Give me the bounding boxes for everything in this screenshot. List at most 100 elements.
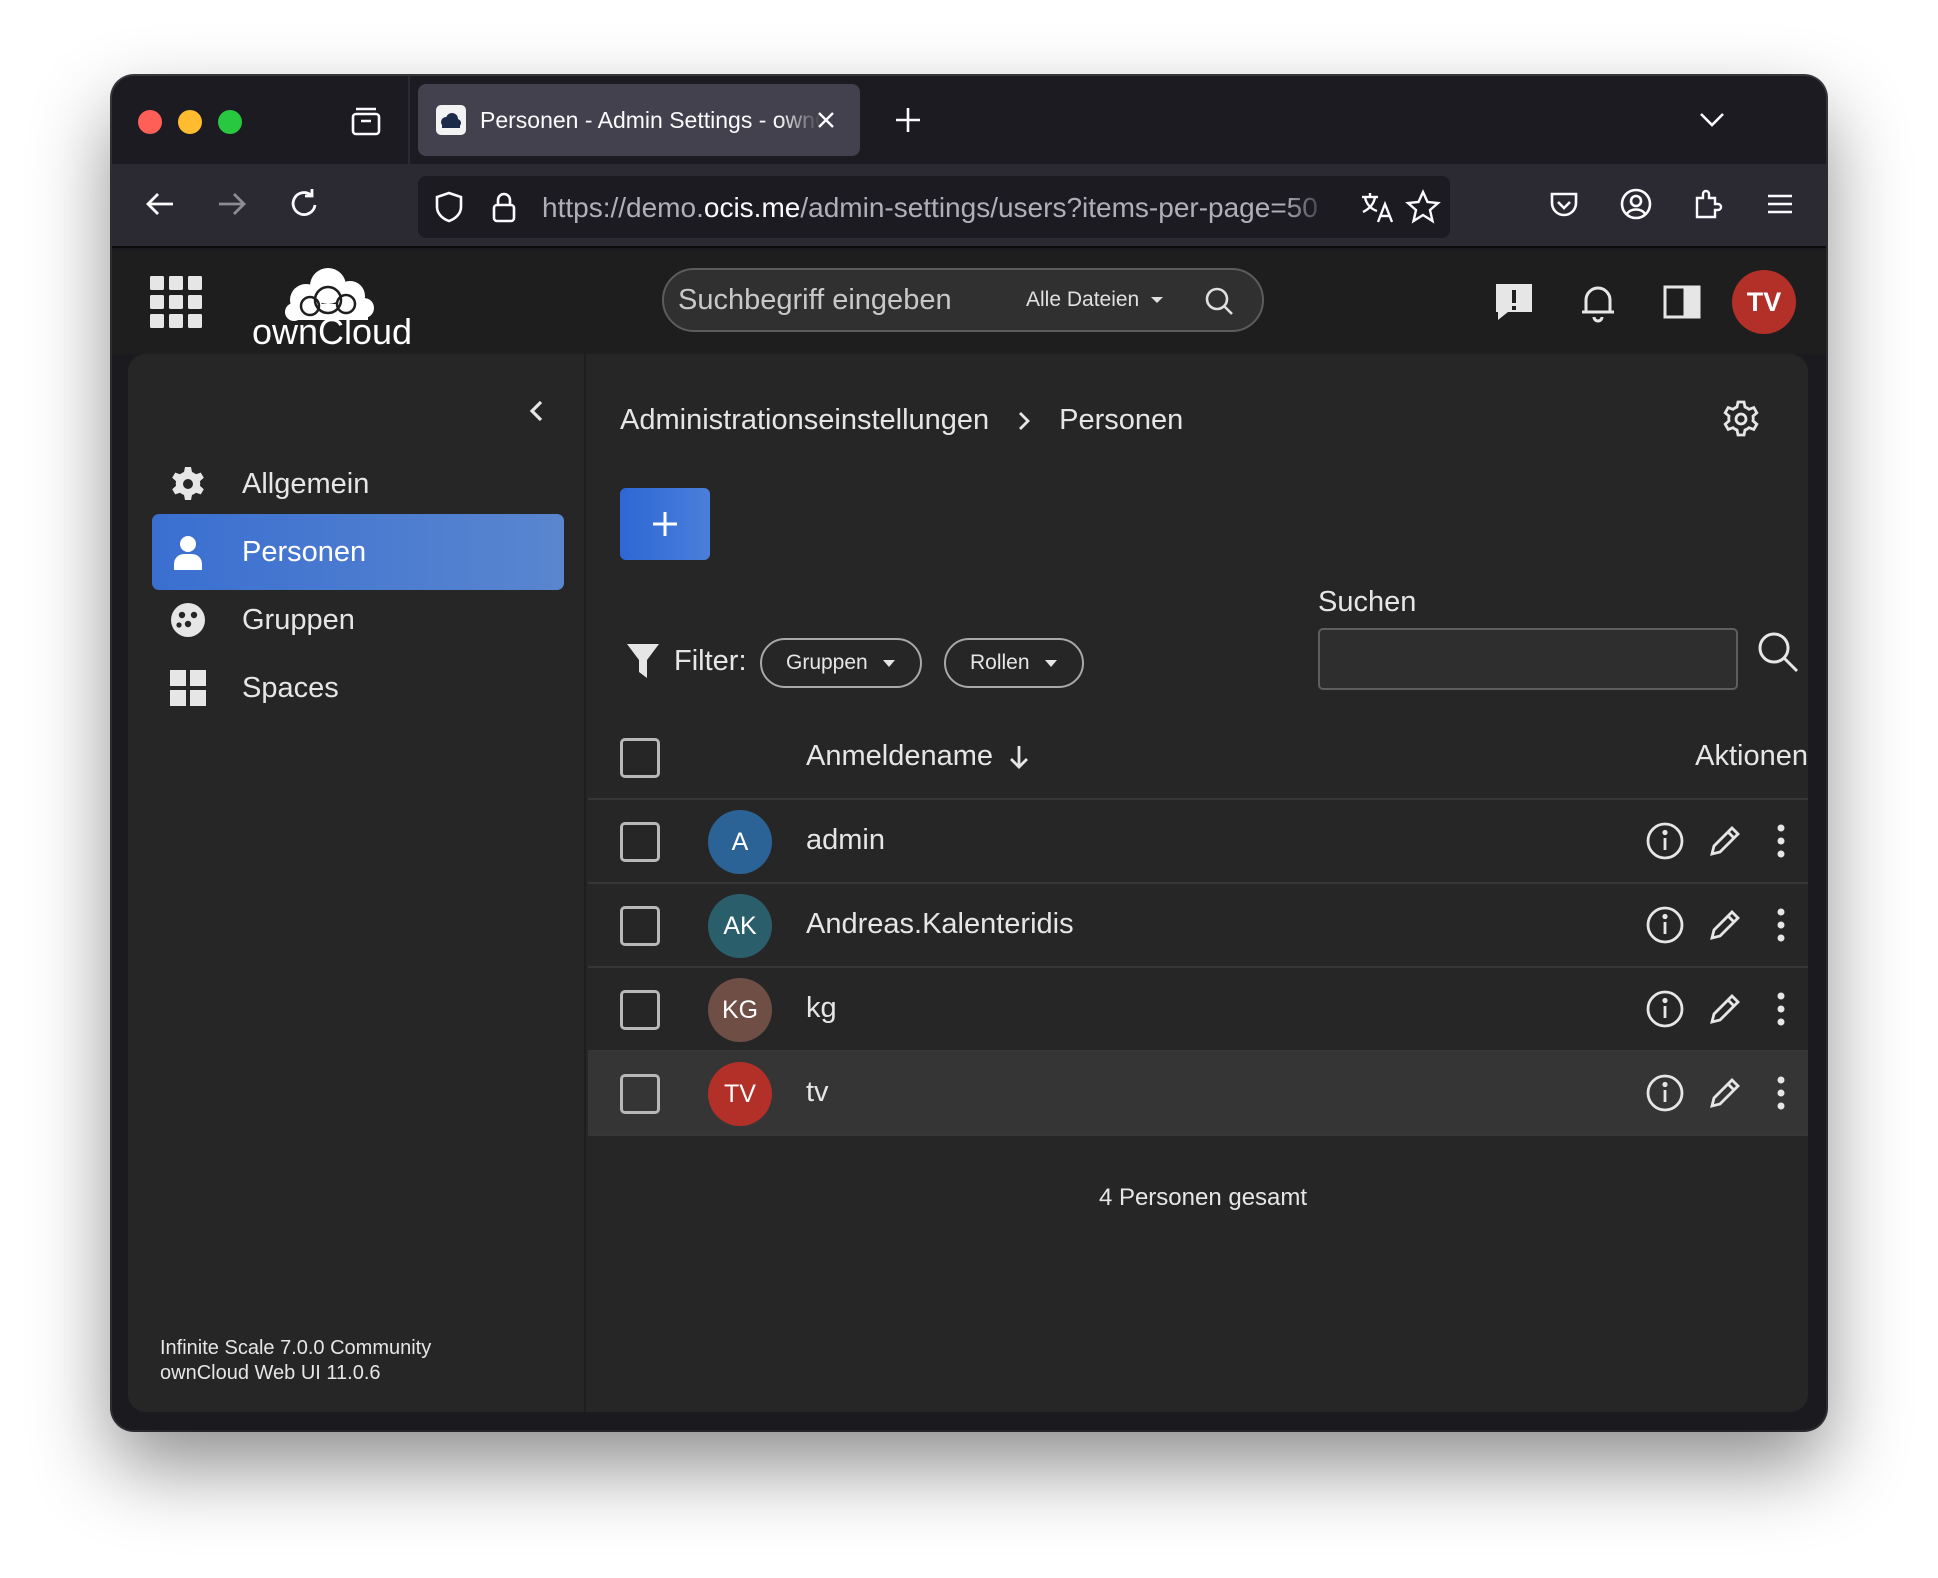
select-all-checkbox[interactable] xyxy=(620,738,660,778)
bookmark-star-icon[interactable] xyxy=(1404,188,1442,226)
row-checkbox[interactable] xyxy=(620,990,660,1030)
search-icon[interactable] xyxy=(1204,286,1234,316)
more-actions-kebab-icon[interactable] xyxy=(1760,904,1802,946)
feedback-icon[interactable] xyxy=(1492,280,1536,324)
filter-roles-label: Rollen xyxy=(970,651,1030,674)
user-name[interactable]: admin xyxy=(806,824,885,857)
more-actions-kebab-icon[interactable] xyxy=(1760,988,1802,1030)
avatar: AK xyxy=(708,894,772,958)
browser-window: Personen - Admin Settings - ownCloud xyxy=(112,76,1826,1430)
sidebar-item-label: Spaces xyxy=(242,671,339,704)
pencil-edit-icon[interactable] xyxy=(1704,1072,1746,1114)
breadcrumb-item-admin-settings[interactable]: Administrationseinstellungen xyxy=(620,404,989,437)
row-checkbox[interactable] xyxy=(620,906,660,946)
owncloud-logo[interactable]: ownCloud xyxy=(246,260,418,352)
column-header-name-label: Anmeldename xyxy=(806,740,993,772)
url-text[interactable]: https://demo.ocis.me/admin-settings/user… xyxy=(542,192,1332,224)
app-content: Allgemein Personen Gruppen Spaces Infini… xyxy=(128,354,1808,1412)
filter-label: Filter: xyxy=(626,642,747,680)
zoom-window-button[interactable] xyxy=(218,110,242,134)
url-host: ocis.me xyxy=(703,192,801,223)
url-path: /admin-settings/users?items-per-page=50 xyxy=(800,192,1318,223)
extensions-puzzle-icon[interactable] xyxy=(1688,184,1728,224)
pocket-icon[interactable] xyxy=(1544,184,1584,224)
back-arrow-icon[interactable] xyxy=(140,184,180,224)
lock-icon[interactable] xyxy=(486,188,522,226)
notifications-bell-icon[interactable] xyxy=(1576,280,1620,324)
app-switcher-grid-icon[interactable] xyxy=(150,276,202,328)
user-name[interactable]: tv xyxy=(806,1076,829,1109)
users-main-panel: Administrationseinstellungen Personen Fi… xyxy=(588,354,1808,1412)
address-bar[interactable]: https://demo.ocis.me/admin-settings/user… xyxy=(418,176,1450,238)
sidebar-item-label: Gruppen xyxy=(242,603,355,636)
table-row[interactable]: KG kg xyxy=(588,968,1808,1052)
close-tab-icon[interactable] xyxy=(812,106,840,134)
view-settings-gear-icon[interactable] xyxy=(1720,398,1762,440)
close-window-button[interactable] xyxy=(138,110,162,134)
sidebar-item-personen[interactable]: Personen xyxy=(152,514,564,590)
filter-label-text: Filter: xyxy=(674,644,747,677)
info-icon[interactable] xyxy=(1644,988,1686,1030)
admin-sidebar: Allgemein Personen Gruppen Spaces Infini… xyxy=(128,354,586,1412)
hamburger-menu-icon[interactable] xyxy=(1760,184,1800,224)
collapse-sidebar-chevron-left-icon[interactable] xyxy=(520,394,554,428)
pencil-edit-icon[interactable] xyxy=(1704,820,1746,862)
users-table-header: Anmeldename Aktionen xyxy=(588,716,1808,800)
tab-separator xyxy=(408,76,410,164)
table-row[interactable]: AK Andreas.Kalenteridis xyxy=(588,884,1808,968)
row-checkbox[interactable] xyxy=(620,1074,660,1114)
filter-funnel-icon xyxy=(627,644,659,678)
owncloud-favicon-icon xyxy=(436,105,466,135)
column-header-name[interactable]: Anmeldename xyxy=(806,740,1031,773)
pencil-edit-icon[interactable] xyxy=(1704,988,1746,1030)
user-search-input[interactable] xyxy=(1318,628,1738,690)
more-actions-kebab-icon[interactable] xyxy=(1760,1072,1802,1114)
search-icon[interactable] xyxy=(1756,630,1800,674)
owncloud-cloud-icon: ownCloud xyxy=(252,268,412,352)
table-row[interactable]: TV tv xyxy=(588,1052,1808,1136)
list-tabs-chevron-down-icon[interactable] xyxy=(1694,102,1730,138)
table-row[interactable]: A admin xyxy=(588,800,1808,884)
new-tab-icon[interactable] xyxy=(890,102,926,138)
reload-icon[interactable] xyxy=(284,184,324,224)
minimize-window-button[interactable] xyxy=(178,110,202,134)
more-actions-kebab-icon[interactable] xyxy=(1760,820,1802,862)
sidebar-item-allgemein[interactable]: Allgemein xyxy=(152,446,564,522)
add-user-button[interactable] xyxy=(620,488,710,560)
translate-icon[interactable] xyxy=(1358,188,1396,226)
avatar: TV xyxy=(708,1062,772,1126)
global-search-input[interactable] xyxy=(678,280,1008,320)
plus-icon xyxy=(653,512,677,536)
sidebar-item-label: Personen xyxy=(242,535,367,568)
user-name[interactable]: kg xyxy=(806,992,837,1025)
tab-overview-icon[interactable] xyxy=(346,102,386,142)
info-icon[interactable] xyxy=(1644,904,1686,946)
info-icon[interactable] xyxy=(1644,820,1686,862)
info-icon[interactable] xyxy=(1644,1072,1686,1114)
version-line-web: ownCloud Web UI 11.0.6 xyxy=(160,1362,381,1384)
sidebar-toggle-icon[interactable] xyxy=(1660,280,1704,324)
row-checkbox[interactable] xyxy=(620,822,660,862)
app-header: ownCloud Alle Dateien TV xyxy=(112,250,1826,354)
forward-arrow-icon[interactable] xyxy=(212,184,252,224)
search-scope-dropdown[interactable]: Alle Dateien xyxy=(1026,288,1165,312)
column-header-actions: Aktionen xyxy=(1695,740,1808,772)
sidebar-item-spaces[interactable]: Spaces xyxy=(152,650,564,726)
user-search-label: Suchen xyxy=(1318,586,1417,618)
avatar: A xyxy=(708,810,772,874)
tracking-shield-icon[interactable] xyxy=(430,188,468,226)
filter-groups-dropdown[interactable]: Gruppen xyxy=(760,638,922,688)
gear-icon xyxy=(172,467,204,500)
sidebar-item-gruppen[interactable]: Gruppen xyxy=(152,582,564,658)
account-icon[interactable] xyxy=(1616,184,1656,224)
filter-roles-dropdown[interactable]: Rollen xyxy=(944,638,1084,688)
breadcrumb: Administrationseinstellungen Personen xyxy=(620,404,1183,437)
pencil-edit-icon[interactable] xyxy=(1704,904,1746,946)
group-icon xyxy=(171,603,205,637)
user-menu-avatar[interactable]: TV xyxy=(1732,270,1796,334)
browser-tab-active[interactable]: Personen - Admin Settings - ownCloud xyxy=(418,84,860,156)
tab-title: Personen - Admin Settings - ownCloud xyxy=(480,106,820,133)
avatar: KG xyxy=(708,978,772,1042)
user-name[interactable]: Andreas.Kalenteridis xyxy=(806,908,1074,941)
caret-down-icon xyxy=(882,659,895,667)
